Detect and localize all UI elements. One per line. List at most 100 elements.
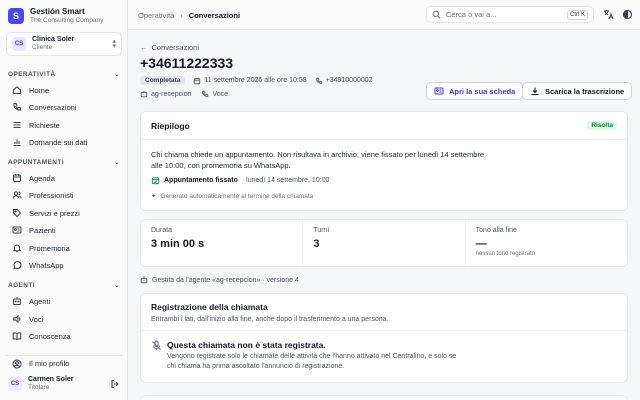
sidebar-item-label: Conoscenza — [29, 331, 71, 341]
bot-icon — [140, 90, 148, 98]
recording-card: Registrazione della chiamata Entrambi i … — [140, 293, 628, 383]
sidebar-item-profile[interactable]: Il mio profilo — [6, 355, 122, 371]
download-transcript-button[interactable]: Scarica la trascrizione — [522, 82, 633, 100]
agent-line-text: Gestita da l'agente «ag-recepcion» · ver… — [152, 276, 299, 284]
appointment-when: · lunedì 14 settembre, 10:00 — [241, 177, 330, 184]
appointment-label: Appuntamento fissato — [164, 177, 238, 184]
search-icon — [432, 10, 441, 19]
recording-notice-title: Questa chiamata non è stata registrata. — [167, 340, 326, 350]
sidebar-item-promemoria[interactable]: Promemoria — [6, 240, 122, 256]
brand-logo-icon: S — [8, 8, 24, 24]
calendar-icon — [13, 174, 21, 182]
search-box[interactable]: Ctrl K — [426, 6, 594, 23]
sidebar-item-voci[interactable]: Voci — [6, 311, 122, 327]
sidebar-item-label: Pazienti — [29, 225, 56, 235]
agent-name: ag-recepcion — [151, 90, 192, 98]
sidebar-item-label: Home — [29, 85, 50, 95]
sidebar-item-conversazioni[interactable]: Conversazioni — [6, 99, 122, 115]
section-title: APPUNTAMENTI — [8, 158, 64, 166]
whatsapp-icon — [13, 261, 22, 270]
section-title: OPERATIVITÀ — [8, 70, 56, 78]
next-card — [140, 395, 628, 400]
brand[interactable]: S Gestión Smart The Consulting Company — [8, 7, 103, 25]
sidebar-item-whatsapp[interactable]: WhatsApp — [6, 257, 122, 273]
sidebar-item-pazienti[interactable]: Pazienti — [6, 222, 122, 238]
id-card-icon — [434, 87, 444, 95]
stat-value: — — [475, 238, 487, 250]
sidebar-item-domande-sui-dati[interactable]: Domande sui dati — [6, 134, 122, 150]
summary-title: Riepilogo — [151, 120, 190, 131]
sidebar-item-conoscenza[interactable]: Conoscenza — [6, 328, 122, 344]
stat-tone: Tono alla fine — nessun tono registrato — [466, 220, 627, 266]
sidebar-item-agenda[interactable]: Agenda — [6, 170, 122, 186]
bot-icon — [13, 297, 21, 305]
search-input[interactable] — [446, 10, 556, 19]
section-title: AGENTI — [8, 281, 35, 289]
sparkle-icon: ✦ — [151, 193, 157, 200]
bell-icon — [12, 244, 22, 253]
topbar: Operatività › Conversazioni Ctrl K — [128, 0, 640, 30]
sidebar-item-label: Voci — [29, 314, 44, 324]
section-operativita[interactable]: OPERATIVITÀ ⌄ — [8, 70, 120, 79]
sidebar-item-professionisti[interactable]: Professionisti — [6, 187, 122, 203]
channel: Voce — [212, 90, 229, 98]
users-icon — [12, 191, 22, 199]
summary-card: Riepilogo Risolta Chi chiama chiede un a… — [140, 111, 628, 211]
tenant-avatar: CS — [12, 37, 26, 51]
breadcrumb-item-operativita[interactable]: Operatività — [138, 11, 174, 20]
stat-label: Turni — [313, 227, 330, 234]
sidebar-item-richieste[interactable]: Richieste — [6, 117, 122, 133]
generated-note-text: Generato automaticamente al termine dell… — [160, 192, 314, 200]
sidebar-item-label: Professionisti — [29, 190, 74, 200]
microphone-off-icon — [152, 340, 161, 350]
user-menu[interactable]: CS Carmen Soler Titolare — [8, 376, 120, 392]
stat-sub: nessun tono registrato — [475, 251, 536, 257]
sidebar-item-home[interactable]: Home — [6, 82, 122, 98]
sidebar-item-agenti[interactable]: Agenti — [6, 293, 122, 309]
back-link[interactable]: ← Conversazioni — [140, 43, 199, 52]
status-badge: Completata — [140, 76, 186, 85]
back-label: Conversazioni — [151, 43, 200, 52]
theme-toggle-icon[interactable] — [622, 9, 633, 20]
id-card-icon — [12, 226, 22, 234]
generated-note: ✦ Generato automaticamente al termine de… — [151, 192, 314, 201]
chevron-right-icon: › — [180, 11, 183, 20]
recording-subtitle: Entrambi i lati, dall'inizio alla fine, … — [151, 316, 389, 323]
tenant-role: Cliente — [32, 44, 53, 51]
phone-icon — [315, 77, 322, 84]
stat-label: Durata — [151, 227, 173, 234]
sidebar-item-label: Promemoria — [29, 243, 70, 253]
sidebar-item-label: Servizi e prezzi — [29, 208, 80, 218]
stat-duration: Durata 3 min 00 s — [141, 220, 304, 266]
tag-icon — [13, 209, 22, 218]
search-shortcut: Ctrl K — [567, 9, 588, 20]
section-agenti[interactable]: AGENTI ⌄ — [8, 281, 120, 290]
recording-title: Registrazione della chiamata — [151, 302, 268, 312]
logout-icon[interactable] — [110, 379, 120, 389]
sidebar-item-label: Domande sui dati — [29, 137, 88, 147]
appointment-info: Appuntamento fissato · lunedì 14 settemb… — [151, 176, 329, 185]
chevron-down-icon: ⌄ — [114, 159, 120, 166]
open-card-button[interactable]: Apri la sua scheda — [426, 82, 524, 100]
sidebar-item-servizi-e-prezzi[interactable]: Servizi e prezzi — [6, 205, 122, 221]
chart-icon — [13, 139, 21, 146]
conversation-meta: Completata 11 settembre 2026 alle ore 10… — [140, 76, 373, 85]
section-appuntamenti[interactable]: APPUNTAMENTI ⌄ — [8, 158, 120, 167]
recording-notice-text: Vengono registrate solo le chiamate dell… — [167, 353, 457, 370]
summary-text: Chi chiama chiede un appuntamento. Non r… — [151, 150, 485, 170]
sidebar-item-label: Richieste — [29, 120, 60, 130]
download-icon — [531, 87, 539, 96]
tenant-switcher[interactable]: CS Clinica Soler Cliente ▴ ▾ — [6, 32, 122, 56]
user-avatar: CS — [8, 377, 22, 391]
page-title: +34611222333 — [140, 55, 234, 71]
translate-icon[interactable] — [603, 9, 614, 20]
app-subtitle: The Consulting Company — [30, 17, 104, 24]
sidebar-item-label: WhatsApp — [29, 260, 64, 270]
main-content: ← Conversazioni +34611222333 Completata … — [128, 31, 640, 400]
resolved-badge: Risolta — [587, 121, 617, 130]
user-circle-icon — [12, 359, 22, 368]
calendar-check-icon — [151, 177, 160, 185]
breadcrumb: Operatività › Conversazioni — [138, 11, 240, 20]
list-icon — [13, 122, 21, 128]
tenant-name: Clinica Soler — [32, 36, 75, 43]
